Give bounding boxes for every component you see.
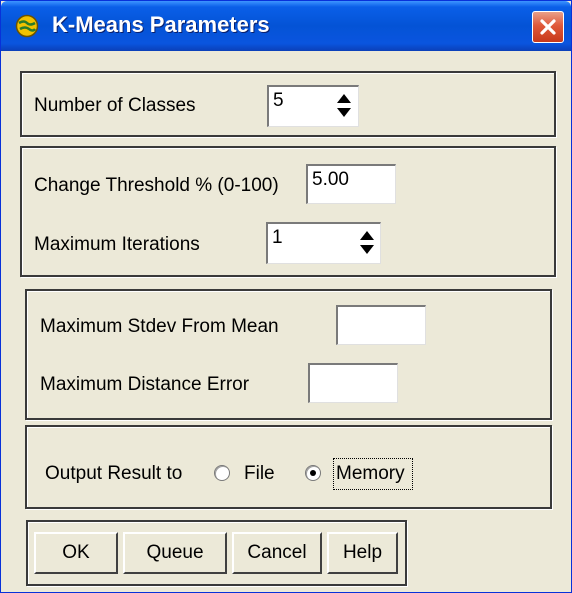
cancel-button[interactable]: Cancel <box>232 532 322 574</box>
classes-spin-arrows-icon[interactable] <box>334 89 354 123</box>
iterations-value: 1 <box>272 227 283 248</box>
iterations-spin-arrows-icon[interactable] <box>357 226 377 260</box>
output-memory-radio[interactable] <box>305 465 321 481</box>
output-label: Output Result to <box>45 463 183 484</box>
threshold-input[interactable]: 5.00 <box>306 164 396 204</box>
limits-group <box>25 289 552 420</box>
kmeans-dialog: K-Means Parameters Number of Classes 5 C… <box>0 0 572 593</box>
output-file-radio[interactable] <box>214 465 230 481</box>
classes-value: 5 <box>273 90 284 111</box>
window-title: K-Means Parameters <box>52 12 270 37</box>
stdev-label: Maximum Stdev From Mean <box>40 316 279 337</box>
output-file-label[interactable]: File <box>244 463 275 485</box>
close-button[interactable] <box>532 11 564 43</box>
queue-button[interactable]: Queue <box>123 532 227 574</box>
title-bar[interactable]: K-Means Parameters <box>1 1 571 51</box>
stdev-input[interactable] <box>336 305 426 345</box>
distance-input[interactable] <box>308 363 398 403</box>
threshold-value: 5.00 <box>312 169 349 190</box>
globe-icon <box>15 14 39 38</box>
radio-selected-dot <box>310 470 316 476</box>
classes-label: Number of Classes <box>34 95 196 116</box>
threshold-label: Change Threshold % (0-100) <box>34 175 279 196</box>
output-memory-label[interactable]: Memory <box>336 463 405 485</box>
distance-label: Maximum Distance Error <box>40 374 250 395</box>
close-icon <box>540 19 556 35</box>
help-button[interactable]: Help <box>327 532 398 574</box>
iterations-label: Maximum Iterations <box>34 234 200 255</box>
ok-button[interactable]: OK <box>34 532 118 574</box>
